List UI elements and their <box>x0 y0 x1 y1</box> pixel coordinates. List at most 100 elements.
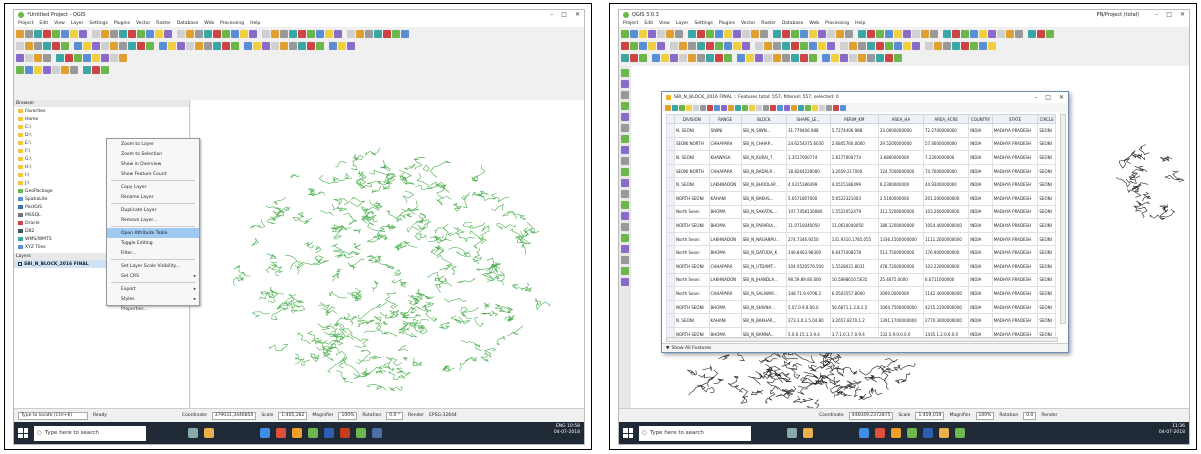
menu-item[interactable]: Help <box>250 21 260 26</box>
table-cell[interactable]: MADHYA PRADESH <box>991 136 1039 152</box>
toolbar-button-icon[interactable] <box>43 29 51 38</box>
close-icon[interactable]: ✕ <box>575 11 580 18</box>
table-cell[interactable]: 186.1200000000 <box>877 218 925 233</box>
attribute-tool-icon[interactable] <box>763 104 769 111</box>
toolbar-button-icon[interactable] <box>92 53 100 62</box>
table-cell[interactable]: 33.0000000000 <box>877 123 925 138</box>
attribute-table[interactable]: DIVISION RANGE BLOCK SHAPE_LE... PERIM_KM ARE… <box>666 114 1056 342</box>
toolbar-button-icon[interactable] <box>365 29 373 38</box>
toolbar-button-icon[interactable] <box>280 29 288 38</box>
toolbar-button-icon[interactable] <box>213 29 221 38</box>
table-row[interactable]: North Seoni BHOMA SBI_N_SAKATAL... 147.7458… <box>666 204 1056 220</box>
table-cell[interactable]: 44.9300000000 <box>923 177 970 192</box>
toolbar-button-icon[interactable] <box>876 53 884 62</box>
table-row[interactable]: SEONI NORTH CHHAPARA SBI_N_BADALP... 18.826… <box>666 163 1056 179</box>
clock-date[interactable]: 04-07-2018 <box>1159 430 1185 435</box>
table-cell[interactable]: 11.0610040050 <box>829 218 879 233</box>
toolbar-button-icon[interactable] <box>621 29 629 38</box>
attribute-tool-icon[interactable] <box>777 104 783 111</box>
table-cell[interactable]: INDIA <box>968 163 993 179</box>
toolbar-button-icon[interactable] <box>195 41 203 50</box>
context-menu-item[interactable]: Remove Layer... <box>107 215 199 225</box>
firefox-icon[interactable] <box>891 428 901 438</box>
firefox-icon[interactable] <box>292 428 302 438</box>
table-cell[interactable]: N. SEONI <box>674 123 710 138</box>
attribute-tool-icon[interactable] <box>700 104 706 111</box>
clock-time[interactable]: 11:36 <box>1172 424 1185 429</box>
table-cell[interactable]: 74.7600000000 <box>923 163 970 179</box>
toolbar-button-icon[interactable] <box>661 53 669 62</box>
attribute-tool-icon[interactable] <box>714 104 720 111</box>
table-cell[interactable]: 176.9000000000 <box>923 245 970 260</box>
rotation-field[interactable]: 0.0 ° <box>386 411 404 420</box>
toolbar-button-icon[interactable] <box>630 41 638 50</box>
attribute-tool-icon[interactable] <box>756 104 762 111</box>
table-cell[interactable]: 5.6571807000 <box>786 190 831 206</box>
rotation-field[interactable]: 0.0 <box>1023 411 1037 420</box>
toolbar-button-icon[interactable] <box>621 53 629 62</box>
table-cell[interactable]: SBI_N_CHHAP... <box>740 136 788 152</box>
toolbar-button-icon[interactable] <box>934 41 942 50</box>
close-icon[interactable]: ✕ <box>1059 94 1064 101</box>
toolbar-button-icon[interactable] <box>110 53 118 62</box>
toolbar-button-icon[interactable] <box>289 41 297 50</box>
table-cell[interactable]: INDIA <box>968 218 993 233</box>
toolbar-button-icon[interactable] <box>1006 29 1014 38</box>
toolbar-button-icon[interactable] <box>298 41 306 50</box>
toolbar-button-icon[interactable] <box>858 41 866 50</box>
toolbar-button-icon[interactable] <box>979 41 987 50</box>
toolbar-button-icon[interactable] <box>688 29 696 38</box>
toolbar-button-icon[interactable] <box>34 65 42 74</box>
toolbar-button-icon[interactable] <box>666 29 674 38</box>
table-cell[interactable]: 4215.2100000000 <box>923 299 970 315</box>
menu-item[interactable]: Database <box>177 21 198 26</box>
table-cell[interactable]: North Seoni <box>674 245 710 260</box>
table-cell[interactable]: SEONI <box>1037 313 1056 328</box>
table-cell[interactable]: 104.0520576.500 <box>786 258 831 274</box>
toolbar-button-icon[interactable] <box>289 29 297 38</box>
toolbar-button-icon[interactable] <box>280 41 288 50</box>
table-cell[interactable]: SEONI <box>1037 272 1056 288</box>
column-header[interactable]: COUNTRY <box>968 114 993 124</box>
table-cell[interactable]: 2.5100000000 <box>877 190 925 206</box>
toolbar-button-icon[interactable] <box>383 29 391 38</box>
toolbar-button-icon[interactable] <box>827 29 835 38</box>
toolbar-button-icon[interactable] <box>52 65 60 74</box>
toolbar-button-icon[interactable] <box>52 41 60 50</box>
menu-item[interactable]: Plugins <box>719 21 735 26</box>
toolbar-button-icon[interactable] <box>16 29 24 38</box>
qgis-taskbar-icon[interactable] <box>308 428 318 438</box>
row-index[interactable] <box>666 313 675 328</box>
table-cell[interactable]: 103.2200000000 <box>923 258 970 274</box>
toolbar-button-icon[interactable] <box>952 41 960 50</box>
table-cell[interactable]: N. SEONI <box>674 313 710 328</box>
context-menu-item[interactable]: Properties... <box>107 304 199 314</box>
table-cell[interactable]: SEONI <box>1037 286 1056 301</box>
toolbar-button-icon[interactable] <box>715 29 723 38</box>
table-cell[interactable]: 6.0503557.8000 <box>829 286 879 301</box>
toolbar-button-icon[interactable] <box>204 41 212 50</box>
table-cell[interactable]: INDIA <box>968 258 993 274</box>
table-row[interactable]: NORTH SEONI BHOMA SBI_N_PARARIA... 11.07100… <box>666 218 1056 233</box>
table-cell[interactable]: SBI_N_SAKATAL... <box>740 204 788 220</box>
row-index[interactable] <box>666 204 675 220</box>
table-cell[interactable]: 6.6711000000 <box>923 272 970 288</box>
side-toolbar-icon[interactable] <box>621 135 629 143</box>
table-cell[interactable]: 1.8177000774 <box>829 150 879 165</box>
toolbar-button-icon[interactable] <box>742 29 750 38</box>
coordinate-field[interactable]: 379031,3446850 <box>211 411 257 420</box>
toolbar-button-icon[interactable] <box>253 41 261 50</box>
toolbar-button-icon[interactable] <box>912 29 920 38</box>
table-cell[interactable]: SBI_N_DATUDA_K <box>740 245 788 260</box>
menu-item[interactable]: View <box>54 21 65 26</box>
toolbar-button-icon[interactable] <box>401 29 409 38</box>
toolbar-button-icon[interactable] <box>876 41 884 50</box>
toolbar-button-icon[interactable] <box>222 29 230 38</box>
side-toolbar-icon[interactable] <box>621 278 629 286</box>
toolbar-button-icon[interactable] <box>809 53 817 62</box>
table-cell[interactable]: 29.5200000000 <box>877 136 925 152</box>
table-cell[interactable]: SEONI <box>1037 123 1056 138</box>
table-cell[interactable]: 103.2600000000 <box>923 204 970 220</box>
table-row[interactable]: N. SEONI LAKHNADON SBI_N_BHOOLAP... 4.03151… <box>666 177 1056 192</box>
table-cell[interactable]: SBI_N_PARARIA... <box>740 218 788 233</box>
